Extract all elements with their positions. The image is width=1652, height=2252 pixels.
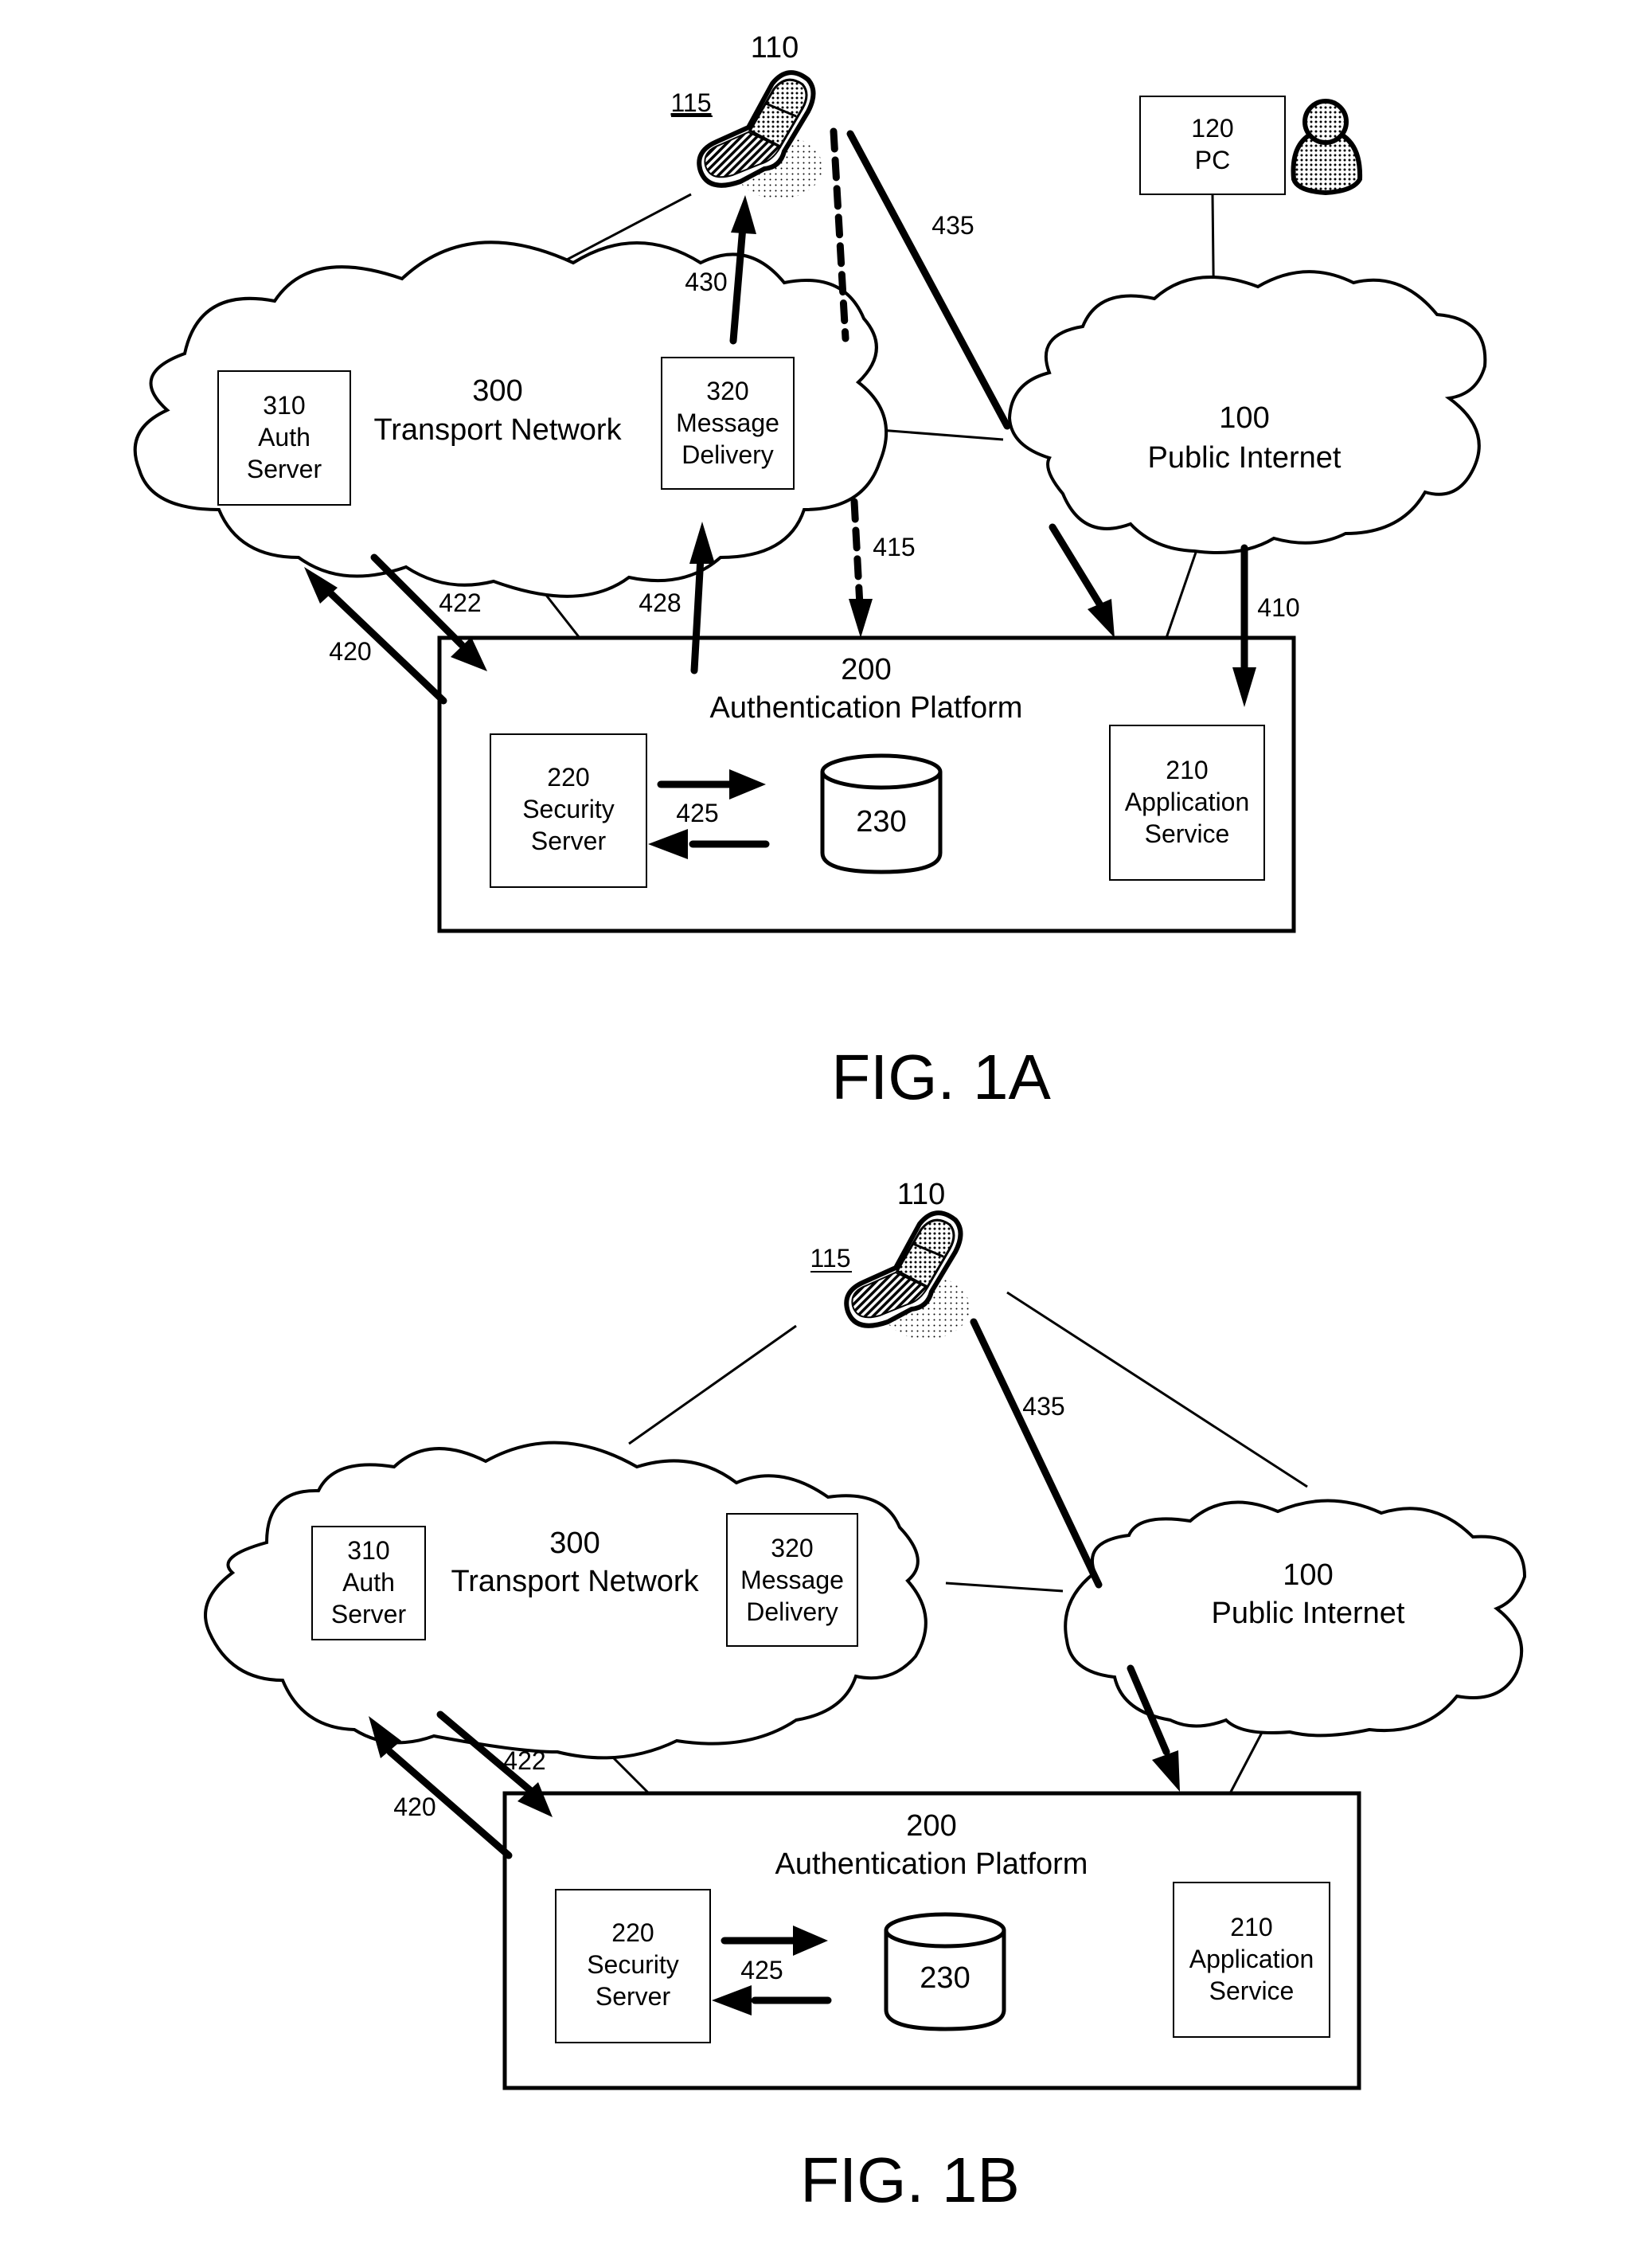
platform-ref: 200 bbox=[906, 1809, 956, 1843]
transport-network-ref: 300 bbox=[549, 1527, 599, 1560]
flow-435-label: 435 bbox=[931, 211, 974, 240]
transport-network-label: Transport Network bbox=[373, 413, 622, 447]
transport-network-label: Transport Network bbox=[451, 1565, 699, 1598]
flow-415-label: 415 bbox=[873, 533, 915, 561]
device-sub-ref: 115 bbox=[670, 88, 711, 117]
mobile-phone-icon bbox=[699, 72, 822, 199]
figure-caption: FIG. 1B bbox=[800, 2144, 1020, 2215]
link-transport-to-device bbox=[628, 1324, 797, 1445]
public-internet-ref: 100 bbox=[1283, 1558, 1333, 1592]
security-server-ref: 220 bbox=[547, 763, 589, 792]
application-service-line2: Service bbox=[1209, 1976, 1295, 2005]
link-transport-to-internet bbox=[879, 428, 1004, 441]
person-icon bbox=[1291, 99, 1363, 196]
link-device-to-internet bbox=[1006, 1291, 1308, 1488]
platform-ref: 200 bbox=[841, 653, 891, 686]
pc-ref: 120 bbox=[1191, 114, 1233, 143]
message-delivery-line2: Delivery bbox=[681, 440, 774, 469]
mobile-phone-icon bbox=[846, 1213, 970, 1339]
link-transport-to-internet bbox=[945, 1581, 1064, 1593]
message-delivery-ref: 320 bbox=[706, 377, 748, 405]
flow-420-label: 420 bbox=[329, 637, 371, 666]
message-delivery-ref: 320 bbox=[771, 1534, 813, 1562]
transport-network-ref: 300 bbox=[472, 374, 522, 408]
message-delivery-line1: Message bbox=[676, 409, 779, 437]
platform-label: Authentication Platform bbox=[710, 691, 1023, 725]
auth-server-ref: 310 bbox=[263, 391, 305, 420]
message-delivery-line1: Message bbox=[740, 1566, 844, 1594]
flow-435-label: 435 bbox=[1022, 1392, 1064, 1421]
auth-server-line2: Server bbox=[331, 1600, 407, 1628]
security-server-line1: Security bbox=[587, 1950, 679, 1979]
database-ref: 230 bbox=[920, 1961, 970, 1995]
link-internet-to-platform bbox=[1228, 1727, 1266, 1794]
public-internet-label: Public Internet bbox=[1148, 441, 1342, 475]
auth-server-ref: 310 bbox=[347, 1536, 389, 1565]
flow-415-arrow bbox=[849, 498, 873, 638]
device-ref: 110 bbox=[751, 31, 799, 65]
public-internet-label: Public Internet bbox=[1212, 1597, 1405, 1630]
flow-430-label: 430 bbox=[685, 268, 727, 296]
database-ref: 230 bbox=[856, 805, 906, 839]
security-server-line1: Security bbox=[522, 795, 615, 823]
application-service-line1: Application bbox=[1189, 1945, 1314, 1973]
patent-figures: 120 PC 110 115 300 Transport Network 310… bbox=[133, 31, 1527, 2215]
security-server-line2: Server bbox=[596, 1982, 671, 2011]
flow-425-label: 425 bbox=[740, 1956, 783, 1984]
security-server-ref: 220 bbox=[611, 1918, 654, 1947]
security-server-line2: Server bbox=[531, 827, 607, 855]
figure-1a: 120 PC 110 115 300 Transport Network 310… bbox=[133, 31, 1487, 1112]
application-service-line1: Application bbox=[1125, 788, 1250, 816]
flow-422-label: 422 bbox=[439, 588, 481, 617]
flow-425-label: 425 bbox=[676, 799, 718, 827]
platform-label: Authentication Platform bbox=[775, 1847, 1088, 1881]
flow-420-label: 420 bbox=[393, 1793, 435, 1821]
figure-caption: FIG. 1A bbox=[831, 1042, 1051, 1112]
device-sub-ref: 115 bbox=[810, 1244, 850, 1273]
flow-420-arrow bbox=[304, 567, 447, 705]
pc-label: PC bbox=[1195, 146, 1230, 174]
application-service-line2: Service bbox=[1145, 819, 1230, 848]
figure-1b: 110 115 300 Transport Network 310 Auth S… bbox=[204, 1178, 1527, 2215]
link-internet-to-platform bbox=[1165, 545, 1200, 639]
flow-428-label: 428 bbox=[639, 588, 681, 617]
auth-server-line1: Auth bbox=[342, 1568, 395, 1597]
flow-422-label: 422 bbox=[503, 1746, 545, 1775]
auth-server-line2: Server bbox=[247, 455, 322, 483]
flow-410-label: 410 bbox=[1257, 593, 1299, 622]
application-service-ref: 210 bbox=[1166, 756, 1208, 784]
message-delivery-line2: Delivery bbox=[746, 1597, 838, 1626]
application-service-ref: 210 bbox=[1230, 1913, 1272, 1941]
auth-server-line1: Auth bbox=[258, 423, 310, 452]
device-ref: 110 bbox=[897, 1178, 946, 1211]
public-internet-ref: 100 bbox=[1219, 401, 1269, 435]
